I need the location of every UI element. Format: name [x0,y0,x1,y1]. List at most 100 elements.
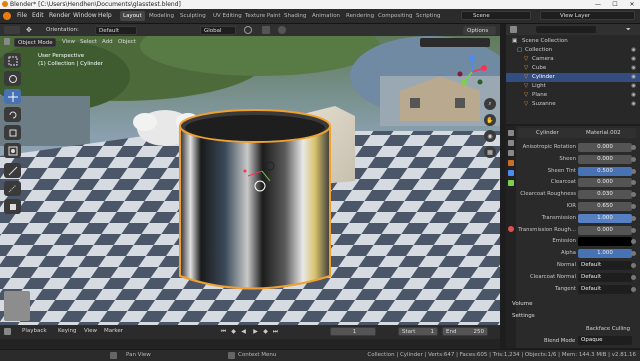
tab-modeling[interactable]: Modeling [146,11,177,21]
options-dropdown[interactable]: Options [463,26,496,35]
property-value-field[interactable]: 0.000 [578,225,632,235]
shading-mode-buttons[interactable] [420,38,490,47]
section-settings[interactable]: Settings [512,313,535,319]
transform-tool[interactable] [4,143,21,158]
socket-link-icon[interactable] [631,145,636,150]
move-tool-icon[interactable]: ✥ [26,26,36,34]
socket-link-icon[interactable] [631,156,636,162]
prev-keyframe-icon[interactable]: ◆ [230,328,237,335]
scale-tool[interactable] [4,125,21,140]
orientation-dropdown[interactable]: Default [95,26,137,35]
outliner-search-input[interactable] [536,26,596,33]
zoom-icon[interactable]: ⌕ [484,98,496,110]
transform-orientation-dropdown[interactable]: Global [200,26,236,35]
property-value-field[interactable]: 0.030 [578,190,632,200]
blender-menu-icon[interactable] [3,12,11,20]
visibility-eye-icon[interactable]: ◉ [631,46,636,55]
visibility-eye-icon[interactable]: ◉ [631,100,636,109]
proportional-edit-icon[interactable] [278,26,286,34]
menu-file[interactable]: File [17,12,27,19]
property-value-field[interactable]: Default [578,261,632,270]
maximize-button[interactable]: ☐ [607,0,623,9]
outliner-editor-icon[interactable] [510,26,517,33]
tab-compositing[interactable]: Compositing [375,11,415,21]
property-value-field[interactable]: Default [578,272,632,282]
play-icon[interactable]: ▶ [252,328,259,335]
property-value-field[interactable] [578,237,632,247]
backface-culling-checkbox[interactable]: Backface Culling [578,325,632,334]
menu-object[interactable]: Object [118,39,136,45]
editor-type-icon[interactable] [4,38,10,45]
socket-link-icon[interactable] [631,215,636,221]
socket-link-icon[interactable] [631,204,636,209]
menu-help[interactable]: Help [98,12,112,19]
next-keyframe-icon[interactable]: ◆ [262,328,269,335]
socket-link-icon[interactable] [631,180,636,186]
tab-scripting[interactable]: Scripting [413,11,443,21]
playback-menu[interactable]: Playback [22,328,47,334]
property-value-field[interactable]: 0.000 [578,154,632,164]
outliner-row-collection[interactable]: ▢ Collection ◉ [506,46,640,55]
render-tab-icon[interactable] [508,130,514,136]
property-value-field[interactable]: 0.000 [578,178,632,188]
visibility-eye-icon[interactable]: ◉ [631,55,636,64]
visibility-eye-icon[interactable]: ◉ [631,82,636,91]
tab-sculpting[interactable]: Sculpting [177,11,209,21]
visibility-eye-icon[interactable]: ◉ [631,64,636,73]
socket-link-icon[interactable] [631,239,636,245]
menu-add[interactable]: Add [102,39,113,45]
socket-link-icon[interactable] [631,168,636,174]
filter-icon[interactable]: ⏷ [626,26,634,33]
menu-view[interactable]: View [62,39,75,45]
menu-window[interactable]: Window [73,12,97,19]
cursor-tool[interactable] [4,71,21,86]
minimize-button[interactable]: — [590,0,606,9]
menu-edit[interactable]: Edit [32,12,44,19]
end-frame-field[interactable]: End 250 [442,327,488,336]
outliner-row-cylinder[interactable]: ▽ Cylinder ◉ [506,73,640,82]
outliner-row-cube[interactable]: ▽ Cube ◉ [506,64,640,73]
jump-end-icon[interactable]: ⏭ [272,328,279,335]
menu-render[interactable]: Render [49,12,70,19]
tab-layout[interactable]: Layout [120,11,145,21]
socket-link-icon[interactable] [631,227,636,233]
view-layer-selector[interactable]: View Layer [540,11,635,20]
outliner-row-scene-collection[interactable]: ▣ Scene Collection [506,37,640,46]
section-volume[interactable]: Volume [512,301,532,307]
jump-start-icon[interactable]: ⏮ [220,328,227,335]
keying-menu[interactable]: Keying [58,328,76,334]
close-button[interactable]: ✕ [624,0,640,9]
tab-rendering[interactable]: Rendering [343,11,377,21]
play-reverse-icon[interactable]: ◀ [240,328,247,335]
marker-menu[interactable]: Marker [104,328,123,334]
pan-hand-icon[interactable]: ✋ [484,114,496,126]
socket-link-icon[interactable] [631,286,636,292]
property-value-field[interactable]: 1.000 [578,213,632,223]
perspective-toggle-icon[interactable]: ▦ [484,146,496,158]
tab-texture-paint[interactable]: Texture Paint [242,11,284,21]
visibility-eye-icon[interactable]: ◉ [631,73,636,82]
socket-link-icon[interactable] [631,263,636,268]
pivot-icon[interactable] [244,26,252,34]
start-frame-field[interactable]: Start 1 [398,327,438,336]
move-tool[interactable] [4,89,21,104]
tab-uv-editing[interactable]: UV Editing [210,11,245,21]
visibility-eye-icon[interactable]: ◉ [631,91,636,100]
navigation-gizmo[interactable] [454,54,490,90]
outliner-row-light[interactable]: ▽ Light ◉ [506,82,640,91]
socket-link-icon[interactable] [631,192,636,198]
property-value-field[interactable]: 1.000 [578,249,632,259]
blend-mode-dropdown[interactable]: Opaque [578,336,632,345]
menu-select[interactable]: Select [80,39,97,45]
tab-shading[interactable]: Shading [281,11,309,21]
property-value-field[interactable]: Default [578,284,632,294]
timeline-track[interactable] [0,339,500,349]
measure-tool[interactable] [4,181,21,196]
add-cube-tool[interactable] [4,199,21,214]
property-value-field[interactable]: 0.000 [578,143,632,152]
current-frame-field[interactable]: 1 [330,327,376,336]
property-value-field[interactable]: 0.500 [578,166,632,176]
3d-viewport[interactable]: Object Mode View Select Add Object User … [0,36,500,325]
outliner-row-camera[interactable]: ▽ Camera ◉ [506,55,640,64]
timeline-editor-icon[interactable] [4,328,11,335]
